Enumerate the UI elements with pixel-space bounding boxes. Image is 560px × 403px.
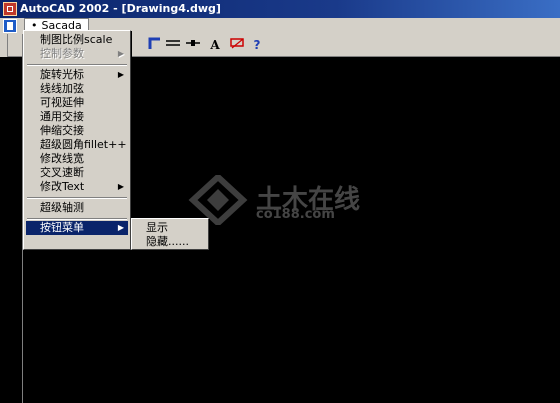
submenu-item-show[interactable]: 显示: [134, 221, 206, 235]
parallel-lines-icon[interactable]: [164, 36, 182, 54]
menu-separator: [27, 64, 127, 66]
submenu-arrow-icon: ▶: [117, 182, 124, 191]
watermark-subtext: co188.com: [256, 207, 335, 222]
menu-item-cross-break[interactable]: 交叉速断: [26, 166, 128, 180]
menu-separator: [27, 197, 127, 199]
menu-item-control-params: 控制参数 ▶: [40, 47, 124, 60]
title-bar: AutoCAD 2002 - [Drawing4.dwg]: [0, 0, 560, 18]
menu-item-line-chord[interactable]: 线线加弦: [26, 82, 128, 96]
rectangle-corner-icon[interactable]: [146, 36, 164, 54]
break-line-icon[interactable]: [184, 36, 202, 54]
submenu-item-hide[interactable]: 隐藏......: [134, 235, 206, 249]
dimension-icon[interactable]: [228, 36, 246, 54]
submenu-arrow-icon: ▶: [117, 49, 124, 58]
watermark: 土木在线 co188.com: [188, 172, 388, 228]
menu-separator: [27, 218, 127, 220]
document-icon[interactable]: [3, 19, 17, 33]
menu-item-super-axonometric[interactable]: 超级轴测: [26, 201, 128, 215]
submenu-arrow-icon: ▶: [117, 70, 124, 79]
text-style-icon[interactable]: A: [206, 36, 224, 54]
menu-item-modify-text[interactable]: 修改Text ▶: [26, 180, 128, 194]
menu-item-scale[interactable]: 制图比例scale: [26, 33, 128, 47]
menu-item-rotate-cursor[interactable]: 旋转光标 ▶: [26, 68, 128, 82]
window-title: AutoCAD 2002 - [Drawing4.dwg]: [20, 2, 221, 15]
autocad-app-icon[interactable]: [3, 2, 17, 16]
menu-item-button-menu[interactable]: 按钮菜单 ▶: [26, 221, 128, 235]
menu-item-stretch-join[interactable]: 伸缩交接: [26, 124, 128, 138]
menu-item-general-join[interactable]: 通用交接: [26, 110, 128, 124]
submenu-arrow-icon: ▶: [117, 223, 124, 232]
help-icon[interactable]: ?: [248, 36, 266, 54]
menu-item-visual-extend[interactable]: 可视延伸: [26, 96, 128, 110]
menu-item-line-width[interactable]: 修改线宽: [26, 152, 128, 166]
menu-item-super-fillet[interactable]: 超级圆角fillet++: [26, 138, 128, 152]
sacada-dropdown-menu: 制图比例scale 控制参数 ▶ 旋转光标 ▶ 线线加弦 可视延伸 通用交接 伸缩交…: [23, 30, 131, 250]
button-menu-submenu: 显示 隐藏......: [131, 218, 209, 250]
